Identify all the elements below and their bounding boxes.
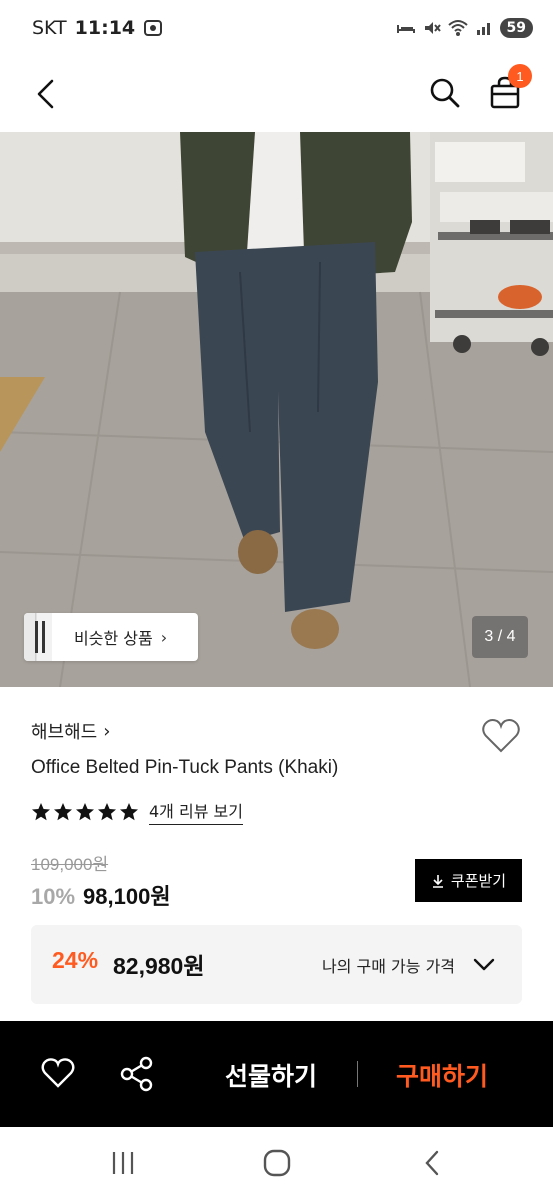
- sale-price-row: 10% 98,100원: [31, 879, 171, 911]
- similar-products-button[interactable]: 비슷한 상품 ›: [24, 613, 198, 661]
- original-price: 109,000원: [31, 855, 109, 874]
- gift-button[interactable]: 선물하기: [225, 1057, 317, 1093]
- divider: [357, 1061, 358, 1087]
- product-image-carousel[interactable]: 비슷한 상품 › 3 / 4: [0, 132, 553, 687]
- discount-rate: 10%: [31, 884, 76, 909]
- mute-icon: [422, 19, 442, 37]
- chevron-down-icon: [473, 958, 495, 971]
- brand-name: 해브해드: [31, 722, 98, 743]
- cart-count-badge: 1: [508, 64, 532, 88]
- back-button[interactable]: [22, 70, 70, 118]
- back-arrow-icon: [37, 79, 54, 109]
- star-icon: [120, 802, 138, 820]
- heart-icon: [482, 719, 520, 753]
- best-price-panel[interactable]: 24% 82,980원 나의 구매 가능 가격: [31, 925, 522, 1004]
- wishlist-button[interactable]: [480, 716, 522, 756]
- share-icon: [120, 1056, 153, 1092]
- screenshot-icon: [143, 19, 163, 37]
- status-bar: SKT 11:14 59: [0, 0, 553, 56]
- battery-indicator: 59: [499, 18, 533, 38]
- star-icon: [54, 802, 72, 820]
- heart-icon: [41, 1058, 75, 1088]
- bottom-action-bar: 선물하기 구매하기: [0, 1021, 553, 1127]
- rating-row: 4개 리뷰 보기: [31, 798, 243, 825]
- buy-button[interactable]: 구매하기: [396, 1057, 488, 1093]
- best-price: 82,980원: [113, 953, 205, 979]
- rating-stars: [31, 802, 139, 822]
- like-button[interactable]: [40, 1055, 76, 1091]
- reviews-link[interactable]: 4개 리뷰 보기: [149, 798, 243, 825]
- star-icon: [32, 802, 50, 820]
- back-chevron-icon: [425, 1150, 439, 1176]
- system-navigation-bar: [0, 1127, 553, 1200]
- wifi-icon: [447, 19, 468, 37]
- system-back-button[interactable]: [414, 1147, 450, 1179]
- search-icon: [430, 78, 460, 108]
- chevron-right-icon: ›: [103, 720, 111, 742]
- signal-icon: [474, 19, 494, 37]
- home-icon: [263, 1149, 291, 1177]
- image-counter: 3 / 4: [472, 616, 528, 658]
- recent-apps-button[interactable]: [105, 1147, 141, 1179]
- brand-link[interactable]: 해브해드 ›: [31, 718, 110, 744]
- share-button[interactable]: [118, 1055, 156, 1093]
- best-price-label: 나의 구매 가능 가격: [322, 957, 456, 976]
- carrier-label: SKT: [32, 17, 67, 39]
- product-title: Office Belted Pin-Tuck Pants (Khaki): [31, 757, 339, 778]
- product-photo: [0, 132, 553, 687]
- chevron-right-icon: ›: [160, 627, 168, 647]
- app-header: 1: [0, 56, 553, 132]
- similar-products-label: 비슷한 상품: [74, 629, 153, 648]
- similar-thumbnail: [24, 613, 52, 661]
- recent-apps-icon: [112, 1152, 134, 1174]
- coupon-label: 쿠폰받기: [450, 872, 507, 890]
- star-icon: [98, 802, 116, 820]
- star-icon: [76, 802, 94, 820]
- home-button[interactable]: [259, 1147, 295, 1179]
- cart-button[interactable]: 1: [480, 64, 532, 118]
- sale-price: 98,100원: [83, 884, 171, 909]
- search-button[interactable]: [420, 68, 470, 118]
- bed-icon: [396, 19, 416, 37]
- get-coupon-button[interactable]: 쿠폰받기: [415, 859, 522, 902]
- best-discount-rate: 24%: [52, 947, 99, 973]
- download-icon: [432, 874, 443, 888]
- clock: 11:14: [74, 17, 136, 39]
